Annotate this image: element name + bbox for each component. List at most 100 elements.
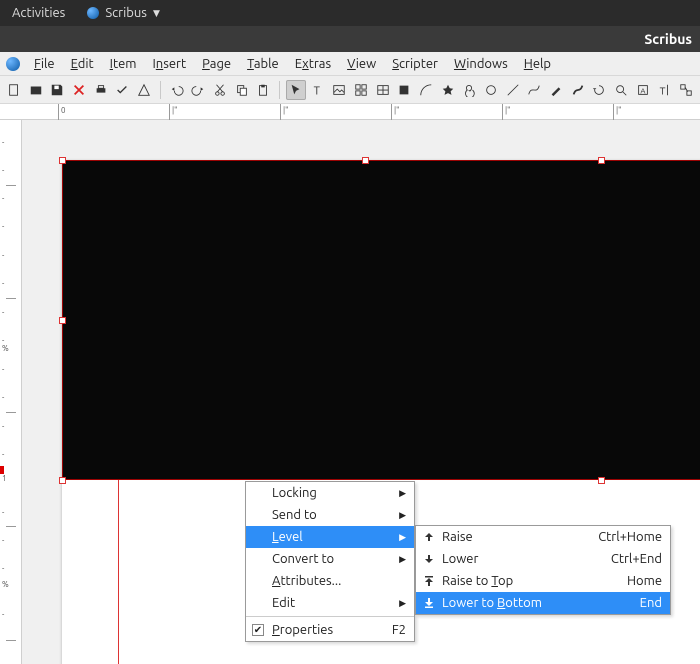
copy-button[interactable]	[232, 80, 252, 100]
checkbox-checked-icon: ✔	[252, 624, 264, 636]
level-lower[interactable]: LowerCtrl+End	[416, 548, 670, 570]
app-menu[interactable]: Scribus ▼	[87, 6, 160, 20]
chevron-down-icon: ▼	[153, 8, 160, 19]
level-raise[interactable]: RaiseCtrl+Home	[416, 526, 670, 548]
spiral-tool[interactable]	[459, 80, 479, 100]
ruler-tick-label: |"	[172, 106, 177, 115]
resize-handle-tm[interactable]	[362, 157, 369, 164]
select-tool[interactable]	[286, 80, 306, 100]
vertical-ruler: - - - - - - - - % - - - - 1 - - - % -	[0, 120, 22, 664]
svg-text:T: T	[660, 84, 666, 96]
circle-tool[interactable]	[481, 80, 501, 100]
preflight-icon[interactable]	[112, 80, 132, 100]
ruler-tick-label: 0	[61, 106, 66, 115]
rotate-tool[interactable]	[589, 80, 609, 100]
ubuntu-top-bar: Activities Scribus ▼	[0, 0, 700, 26]
image-frame-tool[interactable]	[329, 80, 349, 100]
menu-item[interactable]: ItemItem	[104, 55, 143, 73]
submenu-arrow-icon: ▶	[399, 554, 406, 565]
window-title-bar: Scribus	[0, 26, 700, 52]
bezier-tool[interactable]	[524, 80, 544, 100]
toolbar-separator	[279, 81, 280, 99]
ctx-locking[interactable]: Locking▶	[246, 482, 414, 504]
link-frames-tool[interactable]	[676, 80, 696, 100]
raise-icon	[422, 531, 436, 543]
toolbar: T A T	[0, 76, 700, 104]
shortcut-label: F2	[368, 623, 406, 637]
ctx-edit[interactable]: Edit▶	[246, 592, 414, 614]
calligraphy-tool[interactable]	[568, 80, 588, 100]
ruler-tick-label: %	[2, 344, 22, 353]
ctx-level[interactable]: LevelLevel▶	[246, 526, 414, 548]
submenu-arrow-icon: ▶	[399, 488, 406, 499]
submenu-arrow-icon: ▶	[399, 532, 406, 543]
stage: - - - - - - - - % - - - - 1 - - - % -	[0, 120, 700, 664]
menu-file[interactable]: FFileile	[28, 55, 61, 73]
open-button[interactable]	[26, 80, 46, 100]
resize-handle-tl[interactable]	[59, 157, 66, 164]
submenu-arrow-icon: ▶	[399, 510, 406, 521]
ruler-tick-label: |"	[616, 106, 621, 115]
ruler-tick-label: |"	[283, 106, 288, 115]
canvas[interactable]: Locking▶ Send to▶ LevelLevel▶ Convert to…	[22, 120, 700, 664]
resize-handle-tr-visible[interactable]	[598, 157, 605, 164]
menu-insert[interactable]: InsertInsert	[146, 55, 192, 73]
resize-handle-br-visible[interactable]	[598, 477, 605, 484]
save-button[interactable]	[47, 80, 67, 100]
activities-button[interactable]: Activities	[12, 6, 65, 20]
menu-windows[interactable]: WindowsWindows	[448, 55, 514, 73]
edit-text-tool[interactable]: T	[654, 80, 674, 100]
svg-text:T: T	[313, 84, 320, 97]
zoom-tool[interactable]	[611, 80, 631, 100]
ctx-convert-to[interactable]: Convert to▶	[246, 548, 414, 570]
shortcut-label: End	[616, 596, 662, 610]
shortcut-label: Ctrl+End	[587, 552, 662, 566]
render-frame-tool[interactable]	[351, 80, 371, 100]
menu-edit[interactable]: EditEdit	[65, 55, 100, 73]
paste-button[interactable]	[253, 80, 273, 100]
ruler-tick-label: %	[2, 580, 22, 589]
menu-page[interactable]: PagePage	[196, 55, 237, 73]
scribus-logo-icon	[6, 57, 20, 71]
lower-bottom-icon	[422, 597, 436, 609]
table-tool[interactable]	[373, 80, 393, 100]
redo-button[interactable]	[188, 80, 208, 100]
pdf-export-button[interactable]	[134, 80, 154, 100]
shape-tool[interactable]	[394, 80, 414, 100]
selected-frame[interactable]	[62, 160, 700, 480]
menu-table[interactable]: TableTable	[241, 55, 285, 73]
edit-contents-tool[interactable]: A	[633, 80, 653, 100]
cut-button[interactable]	[210, 80, 230, 100]
level-lower-to-bottom[interactable]: Lower to BottomLower to BottomEnd	[416, 592, 670, 614]
new-doc-button[interactable]	[4, 80, 24, 100]
resize-handle-ml[interactable]	[59, 317, 66, 324]
menu-extras[interactable]: ExtrasExtras	[289, 55, 337, 73]
horizontal-ruler: 0 |" |" |" |" |"	[0, 104, 700, 120]
polygon-tool[interactable]	[438, 80, 458, 100]
ctx-send-to[interactable]: Send to▶	[246, 504, 414, 526]
shortcut-label: Ctrl+Home	[574, 530, 662, 544]
menu-separator	[246, 616, 414, 617]
menu-view[interactable]: ViewView	[341, 55, 382, 73]
raise-top-icon	[422, 575, 436, 587]
submenu-arrow-icon: ▶	[399, 598, 406, 609]
level-raise-to-top[interactable]: Raise to TopRaise to TopHome	[416, 570, 670, 592]
level-submenu: RaiseCtrl+Home LowerCtrl+End Raise to To…	[415, 525, 671, 615]
line-tool[interactable]	[503, 80, 523, 100]
menu-scripter[interactable]: ScripterScripter	[386, 55, 444, 73]
text-frame-tool[interactable]: T	[308, 80, 328, 100]
app-menu-label: Scribus	[105, 6, 147, 20]
ruler-tick-label: 1	[2, 474, 22, 483]
ctx-attributes[interactable]: Attributes...Attributes...	[246, 570, 414, 592]
freehand-tool[interactable]	[546, 80, 566, 100]
ruler-marker	[0, 466, 4, 474]
undo-button[interactable]	[167, 80, 187, 100]
menu-help[interactable]: HelpHelp	[518, 55, 557, 73]
close-button[interactable]	[69, 80, 89, 100]
print-button[interactable]	[91, 80, 111, 100]
ctx-properties[interactable]: ✔ PropertiesProperties F2	[246, 619, 414, 641]
menu-bar: FFileile EditEdit ItemItem InsertInsert …	[0, 52, 700, 76]
resize-handle-bl[interactable]	[59, 477, 66, 484]
arc-tool[interactable]	[416, 80, 436, 100]
shortcut-label: Home	[603, 574, 662, 588]
